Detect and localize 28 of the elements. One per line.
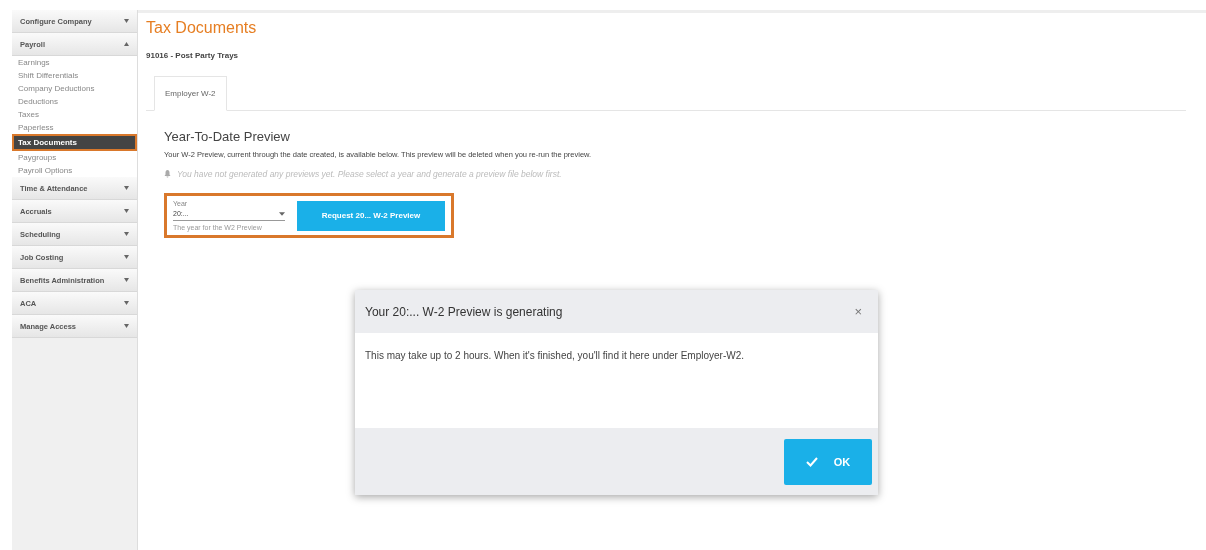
caret-down-icon bbox=[124, 255, 129, 259]
bell-icon bbox=[164, 170, 171, 178]
tab[interactable]: Employer W-2 bbox=[154, 76, 227, 111]
caret-down-icon bbox=[124, 324, 129, 328]
sidebar-item[interactable]: Paperless bbox=[12, 121, 137, 134]
caret-down-icon bbox=[124, 19, 129, 23]
caret-down-icon bbox=[124, 232, 129, 236]
sidebar-item[interactable]: Paygroups bbox=[12, 151, 137, 164]
company-name: 91016 - Post Party Trays bbox=[146, 51, 240, 60]
sidebar-item[interactable]: Shift Differentials bbox=[12, 69, 137, 82]
sidebar-item[interactable]: Payroll Options bbox=[12, 164, 137, 177]
caret-down-icon bbox=[279, 211, 285, 216]
caret-up-icon bbox=[124, 42, 129, 46]
page-title: Tax Documents bbox=[146, 19, 258, 37]
checkmark-icon bbox=[805, 456, 818, 467]
sidebar-item[interactable]: Taxes bbox=[12, 108, 137, 121]
sidebar-item[interactable]: Company Deductions bbox=[12, 82, 137, 95]
sidebar-item[interactable]: Earnings bbox=[12, 56, 137, 69]
caret-down-icon bbox=[124, 278, 129, 282]
section-heading: Year-To-Date Preview bbox=[164, 129, 291, 144]
caret-down-icon bbox=[124, 209, 129, 213]
sidebar-item[interactable]: Deductions bbox=[12, 95, 137, 108]
dialog-message: This may take up to 2 hours. When it's finished, you'll find it here under Employer-W2. bbox=[365, 350, 744, 361]
close-button[interactable]: × bbox=[848, 303, 868, 320]
caret-down-icon bbox=[124, 301, 129, 305]
sidebar-item[interactable]: Tax Documents bbox=[12, 134, 137, 151]
dialog-title: Your 20:... W-2 Preview is generating bbox=[365, 304, 563, 319]
caret-down-icon bbox=[124, 186, 129, 190]
